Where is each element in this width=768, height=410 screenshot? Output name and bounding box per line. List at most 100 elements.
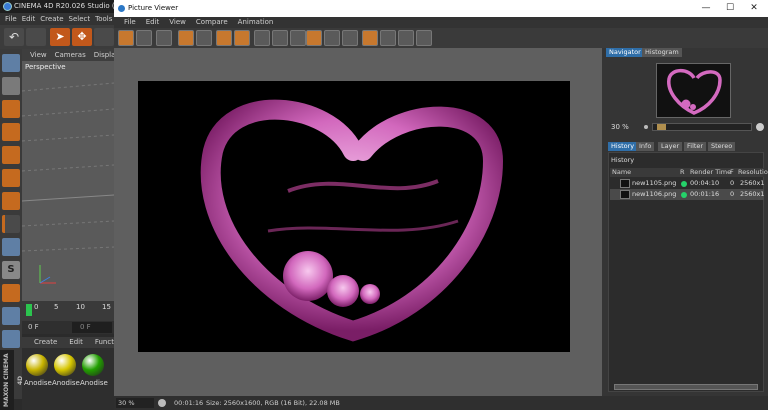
points-mode-icon[interactable] xyxy=(2,146,20,164)
channel-a-icon[interactable] xyxy=(362,30,378,46)
column-render-time[interactable]: Render Time xyxy=(690,168,731,177)
column-r[interactable]: R xyxy=(680,168,685,177)
rendered-image[interactable] xyxy=(138,81,570,352)
c4d-menu-create[interactable]: Create xyxy=(40,15,63,23)
material-menu-create[interactable]: Create xyxy=(34,338,57,346)
swap-icon[interactable] xyxy=(290,30,306,46)
column-name[interactable]: Name xyxy=(612,168,631,177)
zoom-out-icon[interactable] xyxy=(644,125,648,129)
render-region-icon[interactable] xyxy=(178,30,194,46)
timeline-tick-15: 15 xyxy=(102,303,111,311)
current-frame-field[interactable]: 0 F xyxy=(28,321,39,334)
tab-histogram[interactable]: Histogram xyxy=(642,48,682,57)
column-f[interactable]: F xyxy=(730,168,734,177)
tab-stereo[interactable]: Stereo xyxy=(708,142,736,151)
tab-history[interactable]: History xyxy=(608,142,638,151)
tab-filter[interactable]: Filter xyxy=(684,142,707,151)
grid-icon[interactable] xyxy=(2,330,20,348)
open-file-icon[interactable] xyxy=(118,30,134,46)
model-mode-icon[interactable] xyxy=(2,77,20,95)
redo-icon[interactable] xyxy=(26,28,46,46)
polygons-mode-icon[interactable] xyxy=(2,192,20,210)
navigator-preview-image xyxy=(667,68,722,115)
stop-render-icon[interactable] xyxy=(196,30,212,46)
magnet-icon[interactable] xyxy=(2,284,20,302)
undo-icon[interactable]: ↶ xyxy=(4,28,24,46)
maxon-logo: MAXON CINEMA 4D xyxy=(0,350,24,410)
compare-b-icon[interactable] xyxy=(272,30,288,46)
ab-compare-icon[interactable] xyxy=(324,30,340,46)
status-zoom-field[interactable]: 30 % xyxy=(116,398,154,408)
tweak-icon[interactable] xyxy=(2,238,20,256)
render-thumbnail-icon xyxy=(620,179,630,188)
render-view-icon[interactable] xyxy=(306,30,322,46)
select-cursor-icon[interactable]: ➤ xyxy=(50,28,70,46)
viewport-menu-cameras[interactable]: Cameras xyxy=(55,51,86,59)
filter-icon[interactable] xyxy=(398,30,414,46)
c4d-menu-file[interactable]: File xyxy=(5,15,17,23)
edges-mode-icon[interactable] xyxy=(2,169,20,187)
c4d-left-toolbar: S xyxy=(0,49,22,399)
grid-view-icon[interactable] xyxy=(156,30,172,46)
material-menu-edit[interactable]: Edit xyxy=(69,338,83,346)
copy-icon[interactable] xyxy=(216,30,232,46)
compare-a-icon[interactable] xyxy=(254,30,270,46)
make-editable-icon[interactable] xyxy=(2,54,20,72)
c4d-menu-edit[interactable]: Edit xyxy=(22,15,36,23)
close-icon[interactable]: ✕ xyxy=(742,0,766,17)
viewport-menubar: View Cameras Display xyxy=(22,49,114,61)
pv-menu-animation[interactable]: Animation xyxy=(238,18,274,26)
tab-info[interactable]: Info xyxy=(636,142,655,151)
history-title: History xyxy=(611,156,635,164)
c4d-menu-select[interactable]: Select xyxy=(69,15,91,23)
material-swatch[interactable] xyxy=(82,354,104,376)
timeline[interactable]: 0 5 10 15 xyxy=(22,301,114,321)
move-icon[interactable]: ✥ xyxy=(72,28,92,46)
picture-viewer-app-icon xyxy=(118,5,125,12)
pv-menu-file[interactable]: File xyxy=(124,18,136,26)
c4d-menu-tools[interactable]: Tools xyxy=(95,15,112,23)
material-menu-function[interactable]: Function xyxy=(95,338,114,346)
table-row[interactable]: new1105.png 00:04:10 0 2560x1 xyxy=(610,178,765,189)
pv-menu-edit[interactable]: Edit xyxy=(146,18,160,26)
scale-icon[interactable] xyxy=(94,28,114,46)
pv-menu-view[interactable]: View xyxy=(169,18,186,26)
history-horizontal-scrollbar[interactable] xyxy=(614,384,758,390)
texture-mode-icon[interactable] xyxy=(2,100,20,118)
stereo-icon[interactable] xyxy=(416,30,432,46)
viewport-grid xyxy=(22,82,114,284)
pv-menu-compare[interactable]: Compare xyxy=(196,18,228,26)
snap-icon[interactable]: S xyxy=(2,261,20,279)
material-swatch[interactable] xyxy=(54,354,76,376)
navigator-thumbnail[interactable] xyxy=(656,63,731,118)
status-image-info: Size: 2560x1600, RGB (16 Bit), 22.08 MB xyxy=(206,399,340,407)
tab-navigator[interactable]: Navigator xyxy=(606,48,644,57)
start-frame-field[interactable]: 0 F xyxy=(72,322,112,333)
zoom-slider[interactable] xyxy=(652,123,752,131)
viewport-3d[interactable]: Perspective xyxy=(22,61,114,301)
paste-icon[interactable] xyxy=(234,30,250,46)
picture-viewer-statusbar: 30 % 00:01:16 Size: 2560x1600, RGB (16 B… xyxy=(114,396,768,410)
zoom-menu-icon[interactable] xyxy=(158,399,166,407)
column-resolution[interactable]: Resolutio xyxy=(738,168,768,177)
timeline-playhead[interactable] xyxy=(26,304,32,316)
minimize-icon[interactable]: — xyxy=(694,0,718,17)
channel-b-icon[interactable] xyxy=(380,30,396,46)
heart-render-image xyxy=(200,99,504,342)
zoom-in-icon[interactable] xyxy=(756,123,764,131)
workplane-icon[interactable] xyxy=(2,123,20,141)
lock-workplane-icon[interactable] xyxy=(2,307,20,325)
save-icon[interactable] xyxy=(136,30,152,46)
viewport-menu-display[interactable]: Display xyxy=(94,51,114,59)
viewport-menu-view[interactable]: View xyxy=(30,51,47,59)
maximize-icon[interactable]: ☐ xyxy=(718,0,742,17)
ab-split-icon[interactable] xyxy=(342,30,358,46)
picture-viewer-titlebar: Picture Viewer xyxy=(114,0,768,17)
table-row[interactable]: new1106.png 00:01:16 0 2560x1 xyxy=(610,189,765,200)
c4d-menubar: File Edit Create Select Tools xyxy=(0,13,114,25)
history-render-time: 00:04:10 xyxy=(690,179,720,187)
axis-mode-icon[interactable] xyxy=(2,215,20,233)
material-swatch[interactable] xyxy=(26,354,48,376)
history-render-time: 00:01:16 xyxy=(690,190,720,198)
tab-layer[interactable]: Layer xyxy=(658,142,683,151)
